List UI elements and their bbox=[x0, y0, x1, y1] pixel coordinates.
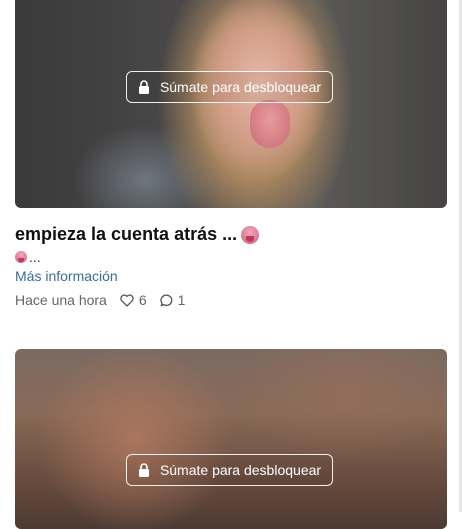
lock-icon bbox=[138, 463, 149, 477]
like-button[interactable]: 6 bbox=[120, 292, 147, 308]
heart-icon bbox=[120, 293, 134, 307]
tongue-emoji-icon bbox=[241, 225, 260, 244]
unlock-button[interactable]: Súmate para desbloquear bbox=[126, 454, 333, 486]
more-info-link[interactable]: Más información bbox=[15, 268, 118, 284]
comment-icon bbox=[160, 294, 173, 306]
image-detail bbox=[250, 100, 290, 148]
post-excerpt: ... bbox=[15, 249, 41, 265]
post-title-text: empieza la cuenta atrás ... bbox=[15, 224, 238, 244]
lock-icon bbox=[138, 80, 149, 94]
post-excerpt-text: ... bbox=[29, 249, 41, 265]
comment-button[interactable]: 1 bbox=[160, 292, 186, 308]
unlock-button-label: Súmate para desbloquear bbox=[159, 79, 322, 95]
post-timestamp: Hace una hora bbox=[15, 292, 107, 308]
post-meta: Hace una hora 6 1 bbox=[15, 292, 185, 308]
unlock-button-label: Súmate para desbloquear bbox=[159, 462, 322, 478]
comment-count: 1 bbox=[177, 292, 186, 308]
like-count: 6 bbox=[138, 292, 147, 308]
post-image-locked[interactable]: Súmate para desbloquear bbox=[15, 349, 447, 529]
post-title[interactable]: empieza la cuenta atrás ... bbox=[15, 224, 260, 245]
tongue-emoji-icon bbox=[15, 251, 27, 263]
post-image-locked[interactable]: Súmate para desbloquear bbox=[15, 0, 447, 208]
unlock-button[interactable]: Súmate para desbloquear bbox=[126, 71, 333, 103]
